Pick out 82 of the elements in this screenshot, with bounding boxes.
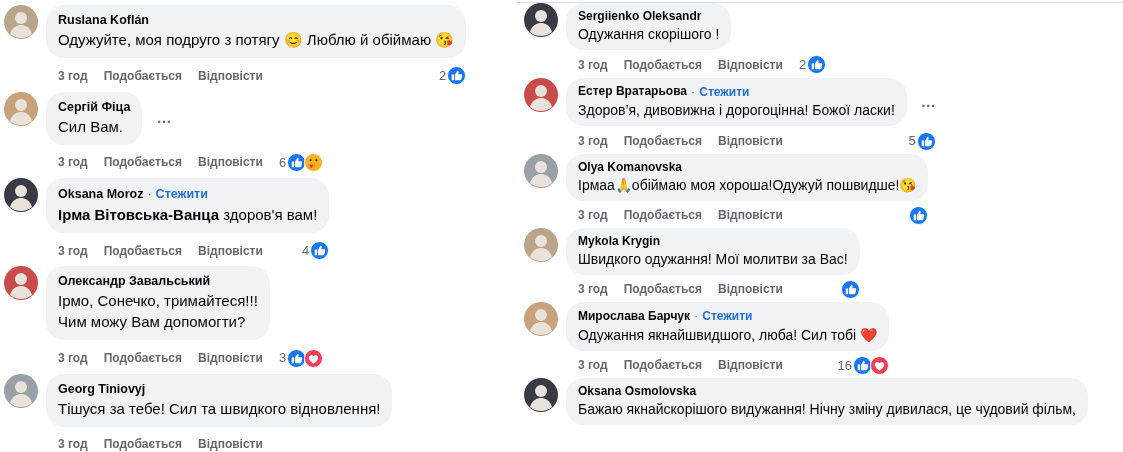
like-reaction-icon[interactable] [916,131,936,151]
avatar-icon[interactable] [524,3,558,37]
timestamp: 3 год [58,350,88,367]
hug-reaction-icon[interactable] [304,152,324,172]
like-link[interactable]: Подобається [103,66,183,85]
timestamp: 3 год [58,242,88,260]
timestamp: 3 год [578,207,608,225]
timestamp: 3 год [578,357,608,375]
reply-link[interactable]: Відповісти [718,280,783,299]
comment-text: Сил Вам. [58,116,124,137]
reply-link[interactable]: Відповісти [718,356,783,375]
like-reaction-icon[interactable] [287,152,307,172]
separator-dot: · [691,83,696,101]
reaction-count[interactable]: 16 [837,355,853,375]
author-name[interactable]: Ruslana Koflán [58,12,149,29]
author-name[interactable]: Сергій Фіца [58,98,131,116]
like-link[interactable]: Подобається [103,434,183,452]
reaction-count[interactable]: 2 [439,66,447,86]
like-link[interactable]: Подобається [103,349,183,367]
reaction-count[interactable]: 4 [302,240,310,261]
author-name[interactable]: Georg Tiniovyj [58,380,146,398]
comment-text: Тішуся за тебе! Сил та швидкого відновлення! [58,398,381,419]
more-options-button[interactable]: … [920,90,936,114]
follow-link[interactable]: Стежити [702,307,753,326]
like-reaction-icon[interactable] [909,205,929,225]
like-link[interactable]: Подобається [623,55,703,74]
comment-text: Ірмо, Сонечко, тримайтеся!!! Чим можу Вам допомогти? [58,291,258,333]
separator-dot: · [694,307,699,325]
like-link[interactable]: Подобається [623,280,703,299]
like-reaction-icon[interactable] [287,348,307,368]
like-reaction-icon[interactable] [447,66,467,86]
timestamp: 3 год [578,133,608,150]
author-name[interactable]: Олександр Завальський [58,273,211,291]
reply-link[interactable]: Відповісти [198,434,263,452]
like-link[interactable]: Подобається [623,206,703,225]
like-reaction-icon[interactable] [807,55,827,75]
comment-text: Ірма Вітовська-Ванца здоров'я вам! [58,204,318,225]
author-name[interactable]: Sergiienko Oleksandr [578,8,702,25]
comment-text: Одужання якнайшвидшого, люба! Сил тобі ❤ [578,325,878,345]
avatar-icon[interactable] [4,178,38,212]
timestamp: 3 год [578,56,608,74]
reply-link[interactable]: Відповісти [198,241,263,260]
like-reaction-icon[interactable] [853,355,873,375]
like-reaction-icon[interactable] [310,241,330,260]
reaction-count[interactable]: 3 [278,348,287,368]
author-name[interactable]: Mykola Krygin [578,232,661,250]
like-reaction-icon[interactable] [840,279,860,299]
reply-link[interactable]: Відповісти [198,153,263,172]
comment-text: Одужання скорішого ! [578,25,720,44]
comment-text: Ірмаа🙏обіймаю моя хороша!Одужуй пошвидше!😘 [578,175,917,195]
author-name[interactable]: Естер Вратарьова [578,83,688,101]
heart-reaction-icon[interactable] [304,348,324,368]
more-options-button[interactable]: … [156,106,172,130]
reply-link[interactable]: Відповісти [198,349,263,367]
author-name[interactable]: Olya Komanovska [578,158,683,176]
separator-dot: · [147,186,152,203]
author-name[interactable]: Мирослава Барчук [578,307,691,325]
reaction-count[interactable]: 6 [278,152,287,172]
reply-link[interactable]: Відповісти [718,55,783,74]
reply-link[interactable]: Відповісти [198,66,263,85]
like-link[interactable]: Подобається [103,241,183,260]
reply-link[interactable]: Відповісти [718,206,783,225]
like-link[interactable]: Подобається [623,132,703,150]
like-link[interactable]: Подобається [103,153,183,172]
like-link[interactable]: Подобається [623,356,703,375]
comment-text: Бажаю якнайскорішого видужання! Нічну зміну дивилася, це чудовий фільм, [578,400,1076,419]
follow-link[interactable]: Стежити [699,82,750,101]
timestamp: 3 год [58,435,88,452]
heart-reaction-icon[interactable] [870,355,890,375]
comment-text: Здоров’я, дивовижна і дорогоцінна! Божої ласки! [578,101,895,121]
timestamp: 3 год [58,154,88,172]
reaction-count[interactable]: 5 [908,131,916,151]
comment-text: Одужуйте, моя подруго з потягу 😊 Люблю й обіймаю 😘 [58,30,455,50]
author-name[interactable]: Oksana Osmolovska [578,383,697,400]
avatar-icon[interactable] [524,378,558,412]
reply-link[interactable]: Відповісти [718,132,783,150]
follow-link[interactable]: Стежити [155,185,208,204]
author-name[interactable]: Oksana Moroz [58,185,144,203]
timestamp: 3 год [58,67,88,85]
timestamp: 3 год [578,281,608,299]
reaction-count[interactable]: 2 [798,55,807,75]
comment-text: Швидкого одужання! Мої молитви за Вас! [578,249,848,269]
